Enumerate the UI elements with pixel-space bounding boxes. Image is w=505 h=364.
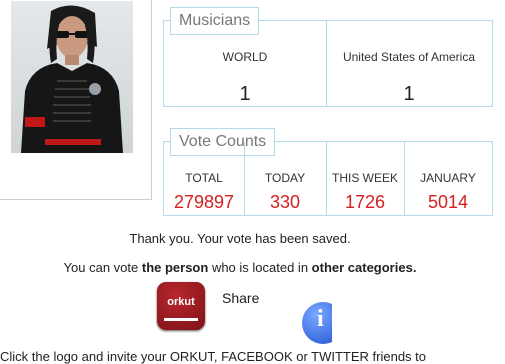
invite-friends-message: Click the logo and invite your ORKUT, FA…	[0, 349, 427, 364]
vote-middle-text: who is located in	[208, 260, 312, 275]
info-icon[interactable]: i	[302, 302, 332, 344]
photo-frame	[0, 0, 152, 200]
artist-photo	[11, 1, 133, 153]
vote-saved-message: Thank you. Your vote has been saved.	[129, 231, 351, 246]
other-categories-link[interactable]: other categories.	[312, 260, 417, 275]
orkut-logo-text: orkut	[167, 296, 195, 308]
vote-today-value: 330	[269, 192, 301, 212]
vote-counts-panel: Vote Counts TOTAL 279897 TODAY 330 THIS …	[163, 128, 493, 216]
vote-month-label: JANUARY	[420, 171, 476, 185]
musicians-world-rank: 1	[239, 83, 251, 105]
musicians-country-rank: 1	[403, 83, 415, 105]
vote-today-label: TODAY	[264, 171, 306, 185]
musicians-country-label: United States of America	[342, 50, 476, 64]
vote-today-cell: TODAY 330	[244, 142, 327, 216]
orkut-logo-icon[interactable]: orkut	[157, 282, 205, 330]
vote-week-label: THIS WEEK	[331, 171, 398, 185]
vote-month-cell: JANUARY 5014	[404, 142, 492, 216]
musicians-country-cell: United States of America 1	[326, 21, 492, 107]
vote-total-label: TOTAL	[185, 171, 223, 185]
musicians-world-cell: WORLD 1	[164, 21, 327, 107]
vote-prefix-text: You can vote	[63, 260, 142, 275]
vote-month-value: 5014	[427, 192, 469, 212]
vote-week-cell: THIS WEEK 1726	[326, 142, 405, 216]
share-label[interactable]: Share	[222, 290, 259, 306]
vote-categories-message: You can vote the person who is located i…	[0, 260, 480, 275]
vote-week-value: 1726	[344, 192, 386, 212]
info-icon-glyph: i	[317, 306, 324, 332]
vote-total-value: 279897	[173, 192, 235, 212]
vote-person-text: the person	[141, 260, 209, 275]
musicians-panel: Musicians WORLD 1 United States of Ameri…	[163, 7, 493, 107]
vote-total-cell: TOTAL 279897	[164, 142, 245, 216]
orkut-logo-underline	[164, 318, 198, 321]
musicians-world-label: WORLD	[222, 50, 268, 64]
